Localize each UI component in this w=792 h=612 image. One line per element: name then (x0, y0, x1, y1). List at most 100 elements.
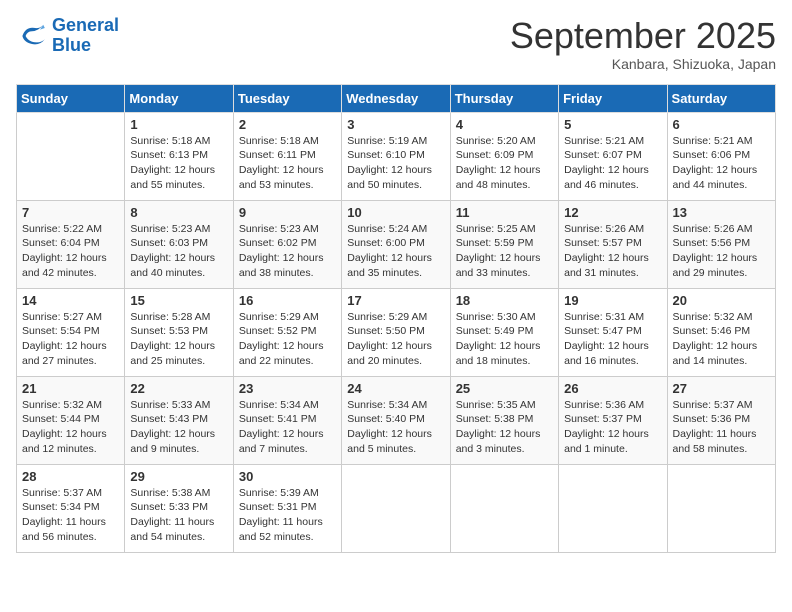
calendar-cell: 29Sunrise: 5:38 AM Sunset: 5:33 PM Dayli… (125, 464, 233, 552)
calendar-cell (17, 112, 125, 200)
day-info: Sunrise: 5:21 AM Sunset: 6:07 PM Dayligh… (564, 134, 661, 193)
calendar-cell: 4Sunrise: 5:20 AM Sunset: 6:09 PM Daylig… (450, 112, 558, 200)
logo-blue: Blue (52, 35, 91, 55)
day-number: 14 (22, 293, 119, 308)
day-number: 24 (347, 381, 444, 396)
calendar-cell: 27 Sunrise: 5:37 AM Sunset: 5:36 PM Dayli… (667, 376, 775, 464)
day-info: Sunrise: 5:23 AM Sunset: 6:03 PM Dayligh… (130, 222, 227, 281)
week-row-5: 28Sunrise: 5:37 AM Sunset: 5:34 PM Dayli… (17, 464, 776, 552)
calendar-cell: 30 Sunrise: 5:39 AM Sunset: 5:31 PM Dayli… (233, 464, 341, 552)
day-number: 20 (673, 293, 770, 308)
calendar-cell: 10 Sunrise: 5:24 AM Sunset: 6:00 PM Dayli… (342, 200, 450, 288)
day-number: 4 (456, 117, 553, 132)
day-number: 19 (564, 293, 661, 308)
day-info: Sunrise: 5:24 AM Sunset: 6:00 PM Dayligh… (347, 222, 444, 281)
day-info: Sunrise: 5:33 AM Sunset: 5:43 PM Dayligh… (130, 398, 227, 457)
logo-general: General (52, 15, 119, 35)
header-cell-saturday: Saturday (667, 84, 775, 112)
day-number: 3 (347, 117, 444, 132)
day-info: Sunrise: 5:18 AM Sunset: 6:11 PM Dayligh… (239, 134, 336, 193)
calendar-cell (342, 464, 450, 552)
calendar-cell: 13 Sunrise: 5:26 AM Sunset: 5:56 PM Dayli… (667, 200, 775, 288)
day-info: Sunrise: 5:19 AM Sunset: 6:10 PM Dayligh… (347, 134, 444, 193)
calendar-cell: 3 Sunrise: 5:19 AM Sunset: 6:10 PM Daylig… (342, 112, 450, 200)
calendar-cell: 20 Sunrise: 5:32 AM Sunset: 5:46 PM Dayli… (667, 288, 775, 376)
page-header: General Blue September 2025 Kanbara, Shi… (16, 16, 776, 72)
calendar-cell: 7 Sunrise: 5:22 AM Sunset: 6:04 PM Daylig… (17, 200, 125, 288)
week-row-3: 14Sunrise: 5:27 AM Sunset: 5:54 PM Dayli… (17, 288, 776, 376)
day-info: Sunrise: 5:34 AM Sunset: 5:40 PM Dayligh… (347, 398, 444, 457)
logo-text: General Blue (52, 16, 119, 56)
calendar-cell: 17Sunrise: 5:29 AM Sunset: 5:50 PM Dayli… (342, 288, 450, 376)
day-info: Sunrise: 5:21 AM Sunset: 6:06 PM Dayligh… (673, 134, 770, 193)
day-number: 28 (22, 469, 119, 484)
day-number: 9 (239, 205, 336, 220)
calendar-cell: 26 Sunrise: 5:36 AM Sunset: 5:37 PM Dayli… (559, 376, 667, 464)
header-cell-thursday: Thursday (450, 84, 558, 112)
day-number: 11 (456, 205, 553, 220)
day-number: 30 (239, 469, 336, 484)
day-info: Sunrise: 5:28 AM Sunset: 5:53 PM Dayligh… (130, 310, 227, 369)
header-cell-sunday: Sunday (17, 84, 125, 112)
day-info: Sunrise: 5:22 AM Sunset: 6:04 PM Dayligh… (22, 222, 119, 281)
day-info: Sunrise: 5:30 AM Sunset: 5:49 PM Dayligh… (456, 310, 553, 369)
day-number: 23 (239, 381, 336, 396)
calendar-cell (450, 464, 558, 552)
week-row-2: 7 Sunrise: 5:22 AM Sunset: 6:04 PM Daylig… (17, 200, 776, 288)
title-block: September 2025 Kanbara, Shizuoka, Japan (510, 16, 776, 72)
calendar-cell: 25 Sunrise: 5:35 AM Sunset: 5:38 PM Dayli… (450, 376, 558, 464)
calendar-cell: 21 Sunrise: 5:32 AM Sunset: 5:44 PM Dayli… (17, 376, 125, 464)
header-row: SundayMondayTuesdayWednesdayThursdayFrid… (17, 84, 776, 112)
day-info: Sunrise: 5:31 AM Sunset: 5:47 PM Dayligh… (564, 310, 661, 369)
calendar-table: SundayMondayTuesdayWednesdayThursdayFrid… (16, 84, 776, 553)
day-info: Sunrise: 5:35 AM Sunset: 5:38 PM Dayligh… (456, 398, 553, 457)
day-info: Sunrise: 5:32 AM Sunset: 5:44 PM Dayligh… (22, 398, 119, 457)
week-row-1: 1Sunrise: 5:18 AM Sunset: 6:13 PM Daylig… (17, 112, 776, 200)
calendar-cell: 11Sunrise: 5:25 AM Sunset: 5:59 PM Dayli… (450, 200, 558, 288)
day-info: Sunrise: 5:23 AM Sunset: 6:02 PM Dayligh… (239, 222, 336, 281)
day-info: Sunrise: 5:29 AM Sunset: 5:50 PM Dayligh… (347, 310, 444, 369)
logo: General Blue (16, 16, 119, 56)
calendar-cell: 6Sunrise: 5:21 AM Sunset: 6:06 PM Daylig… (667, 112, 775, 200)
calendar-cell: 23 Sunrise: 5:34 AM Sunset: 5:41 PM Dayli… (233, 376, 341, 464)
day-info: Sunrise: 5:38 AM Sunset: 5:33 PM Dayligh… (130, 486, 227, 545)
day-number: 15 (130, 293, 227, 308)
header-cell-monday: Monday (125, 84, 233, 112)
calendar-cell: 5 Sunrise: 5:21 AM Sunset: 6:07 PM Daylig… (559, 112, 667, 200)
header-cell-wednesday: Wednesday (342, 84, 450, 112)
calendar-cell: 2Sunrise: 5:18 AM Sunset: 6:11 PM Daylig… (233, 112, 341, 200)
day-info: Sunrise: 5:26 AM Sunset: 5:56 PM Dayligh… (673, 222, 770, 281)
calendar-cell: 9 Sunrise: 5:23 AM Sunset: 6:02 PM Daylig… (233, 200, 341, 288)
day-number: 12 (564, 205, 661, 220)
day-number: 27 (673, 381, 770, 396)
day-number: 18 (456, 293, 553, 308)
calendar-cell: 24 Sunrise: 5:34 AM Sunset: 5:40 PM Dayli… (342, 376, 450, 464)
day-number: 8 (130, 205, 227, 220)
week-row-4: 21 Sunrise: 5:32 AM Sunset: 5:44 PM Dayli… (17, 376, 776, 464)
day-number: 25 (456, 381, 553, 396)
calendar-cell: 28Sunrise: 5:37 AM Sunset: 5:34 PM Dayli… (17, 464, 125, 552)
calendar-cell: 18 Sunrise: 5:30 AM Sunset: 5:49 PM Dayli… (450, 288, 558, 376)
day-info: Sunrise: 5:39 AM Sunset: 5:31 PM Dayligh… (239, 486, 336, 545)
day-number: 13 (673, 205, 770, 220)
day-info: Sunrise: 5:29 AM Sunset: 5:52 PM Dayligh… (239, 310, 336, 369)
day-number: 1 (130, 117, 227, 132)
day-number: 7 (22, 205, 119, 220)
day-number: 26 (564, 381, 661, 396)
logo-icon (16, 20, 48, 52)
day-number: 22 (130, 381, 227, 396)
day-info: Sunrise: 5:34 AM Sunset: 5:41 PM Dayligh… (239, 398, 336, 457)
day-number: 5 (564, 117, 661, 132)
day-info: Sunrise: 5:32 AM Sunset: 5:46 PM Dayligh… (673, 310, 770, 369)
month-title: September 2025 (510, 16, 776, 56)
day-number: 10 (347, 205, 444, 220)
calendar-cell: 19 Sunrise: 5:31 AM Sunset: 5:47 PM Dayli… (559, 288, 667, 376)
calendar-cell: 12Sunrise: 5:26 AM Sunset: 5:57 PM Dayli… (559, 200, 667, 288)
day-number: 21 (22, 381, 119, 396)
day-info: Sunrise: 5:37 AM Sunset: 5:36 PM Dayligh… (673, 398, 770, 457)
day-info: Sunrise: 5:36 AM Sunset: 5:37 PM Dayligh… (564, 398, 661, 457)
calendar-cell: 1Sunrise: 5:18 AM Sunset: 6:13 PM Daylig… (125, 112, 233, 200)
calendar-cell: 8 Sunrise: 5:23 AM Sunset: 6:03 PM Daylig… (125, 200, 233, 288)
calendar-cell: 14Sunrise: 5:27 AM Sunset: 5:54 PM Dayli… (17, 288, 125, 376)
calendar-cell (667, 464, 775, 552)
